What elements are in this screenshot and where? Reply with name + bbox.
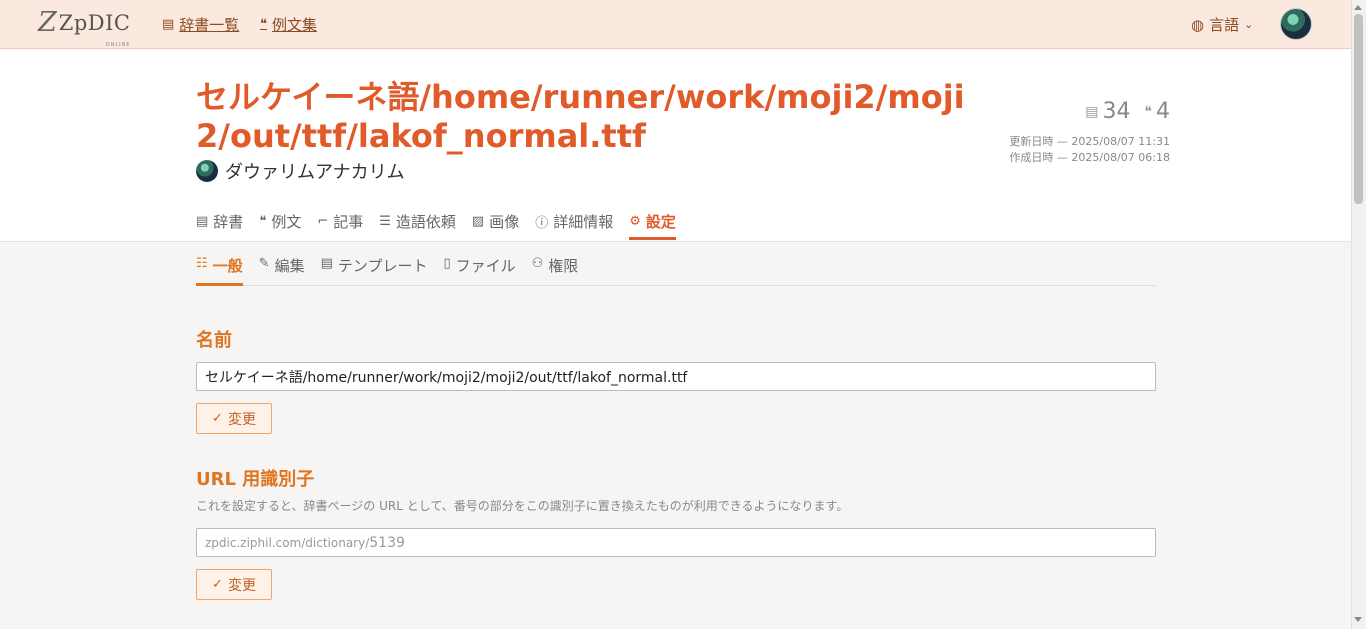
list-icon: ☰: [379, 214, 391, 229]
settings-subtabs: ☷ 一般 ✎ 編集 ▤ テンプレート ▯ ファイル ⚇ 権限: [196, 255, 1156, 286]
gear-icon: ⚙: [629, 214, 641, 229]
file-icon: ▯: [443, 256, 451, 271]
scroll-down-arrow-icon[interactable]: [1354, 617, 1362, 622]
tab-dictionary[interactable]: ▤ 辞書: [196, 211, 243, 240]
tab-articles[interactable]: ⌐ 記事: [317, 211, 363, 240]
book-icon: ▤: [162, 17, 175, 32]
url-id-input[interactable]: zpdic.ziphil.com/dictionary/ 5139: [196, 528, 1156, 557]
dictionary-dates: 更新日時 — 2025/08/07 11:31 作成日時 — 2025/08/0…: [1009, 134, 1170, 166]
check-icon: ✓: [212, 577, 223, 592]
updated-date: 更新日時 — 2025/08/07 11:31: [1009, 135, 1170, 148]
image-icon: ▨: [471, 214, 485, 229]
zpdic-logo[interactable]: Z ZpDIC ONLINE: [38, 7, 131, 48]
owner-avatar: [196, 160, 218, 182]
check-icon: ✓: [212, 411, 223, 426]
quote-icon: ❝: [1144, 103, 1152, 120]
subtab-permissions[interactable]: ⚇ 権限: [532, 255, 579, 286]
globe-icon: ◍: [1191, 15, 1205, 34]
nav-examples[interactable]: ❝ 例文集: [260, 14, 317, 35]
scroll-up-arrow-icon[interactable]: [1354, 5, 1362, 10]
pencil-icon: ✎: [258, 256, 270, 271]
nav-dictionary-list[interactable]: ▤ 辞書一覧: [162, 14, 239, 35]
top-header: Z ZpDIC ONLINE ▤ 辞書一覧 ❝ 例文集 ◍ 言語 ⌄: [0, 0, 1351, 49]
sliders-icon: ☷: [196, 256, 208, 271]
chevron-down-icon: ⌄: [1244, 18, 1254, 31]
subtab-general[interactable]: ☷ 一般: [196, 255, 243, 286]
book-icon: ▤: [1085, 103, 1099, 120]
dictionary-stats: ▤ 34 ❝ 4: [1071, 99, 1170, 124]
dictionary-tabs: ▤ 辞書 ❝ 例文 ⌐ 記事 ☰ 造語依頼 ▨ 画像 ⓘ 詳細情報 ⚙ 設定: [196, 211, 692, 240]
scroll-icon: ⌐: [317, 214, 329, 229]
language-selector[interactable]: ◍ 言語 ⌄: [1191, 14, 1253, 35]
tab-images[interactable]: ▨ 画像: [472, 211, 519, 240]
example-count: ❝ 4: [1144, 99, 1170, 124]
owner-name: ダウァリムアナカリム: [225, 162, 405, 183]
url-id-section-title: URL 用識別子: [196, 469, 315, 490]
subtab-edit[interactable]: ✎ 編集: [259, 255, 305, 286]
tab-examples[interactable]: ❝ 例文: [259, 211, 301, 240]
tab-requests[interactable]: ☰ 造語依頼: [379, 211, 456, 240]
name-change-button[interactable]: ✓ 変更: [196, 403, 272, 434]
url-id-change-button[interactable]: ✓ 変更: [196, 569, 272, 600]
word-count: ▤ 34: [1085, 99, 1131, 124]
logo-mark: Z: [38, 7, 57, 38]
logo-text: ZpDIC ONLINE: [59, 10, 131, 48]
url-id-description: これを設定すると、辞書ページの URL として、番号の部分をこの識別子に置き換え…: [196, 499, 849, 513]
users-icon: ⚇: [531, 256, 544, 271]
tab-details[interactable]: ⓘ 詳細情報: [535, 211, 613, 240]
subtab-template[interactable]: ▤ テンプレート: [321, 255, 428, 286]
dictionary-owner[interactable]: ダウァリムアナカリム: [196, 158, 405, 184]
info-icon: ⓘ: [535, 216, 549, 231]
quote-icon: ❝: [260, 17, 267, 32]
scrollbar-thumb[interactable]: [1354, 14, 1363, 204]
created-date: 作成日時 — 2025/08/07 06:18: [1009, 151, 1170, 164]
name-section-title: 名前: [196, 330, 232, 351]
quote-icon: ❝: [259, 214, 267, 229]
book-icon: ▤: [196, 214, 209, 229]
subtab-file[interactable]: ▯ ファイル: [443, 255, 515, 286]
template-icon: ▤: [320, 256, 333, 271]
url-id-placeholder: 5139: [369, 534, 405, 551]
name-input[interactable]: セルケイーネ語/home/runner/work/moji2/moji2/out…: [196, 362, 1156, 391]
tab-settings[interactable]: ⚙ 設定: [629, 211, 676, 240]
url-prefix: zpdic.ziphil.com/dictionary/: [205, 535, 370, 550]
user-avatar[interactable]: [1280, 8, 1312, 40]
dictionary-title: セルケイーネ語/home/runner/work/moji2/moji2/out…: [196, 78, 965, 155]
name-input-value: セルケイーネ語/home/runner/work/moji2/moji2/out…: [205, 369, 688, 386]
